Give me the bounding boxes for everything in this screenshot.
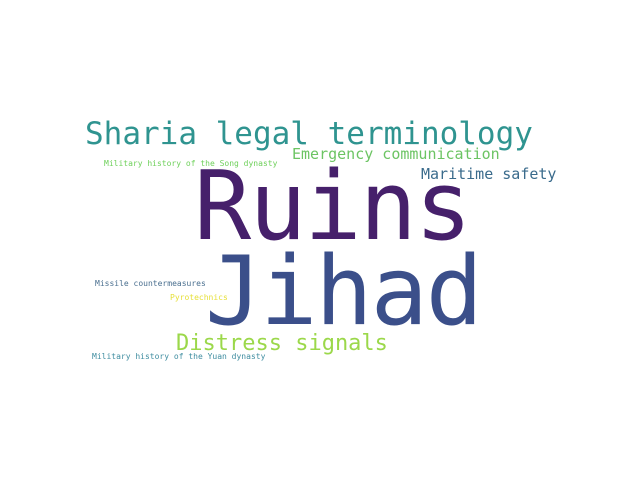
word-military-history-yuan: Military history of the Yuan dynasty	[92, 352, 266, 361]
word-jihad: Jihad	[205, 237, 483, 347]
word-maritime-safety: Maritime safety	[421, 165, 557, 183]
word-pyrotechnics: Pyrotechnics	[170, 293, 228, 302]
word-military-history-song: Military history of the Song dynasty	[104, 159, 278, 168]
word-missile-countermeasures: Missile countermeasures	[95, 279, 206, 288]
word-cloud: Ruins Jihad Sharia legal terminology Eme…	[0, 0, 640, 480]
word-emergency-communication: Emergency communication	[292, 145, 500, 163]
